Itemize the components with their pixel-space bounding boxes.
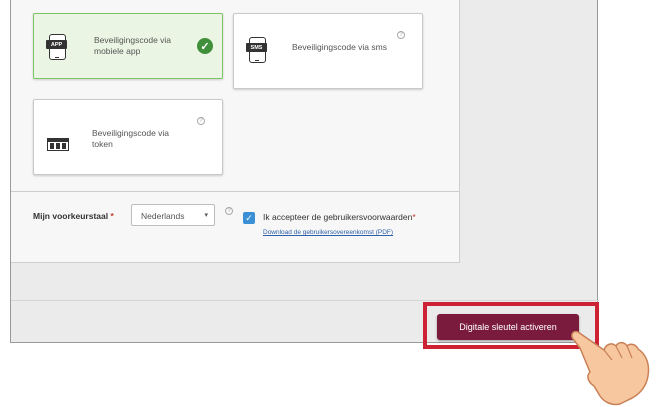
language-select-value: Nederlands xyxy=(141,211,185,221)
option-card-sms[interactable]: ? SMS Beveiligingscode via sms xyxy=(233,13,423,89)
option-card-token[interactable]: ? Beveiligingscode via token xyxy=(33,99,223,175)
phone-home-button xyxy=(255,59,259,61)
phone-sms-icon: SMS xyxy=(246,37,267,63)
app-screen-label: APP xyxy=(46,40,67,49)
chevron-down-icon: ▾ xyxy=(204,212,208,219)
option-card-mobile-app[interactable]: APP Beveiligingscode via mobiele app ✓ xyxy=(33,13,223,79)
option-label-token: Beveiligingscode via token xyxy=(92,128,170,149)
option-label-mobile-app: Beveiligingscode via mobiele app xyxy=(94,35,172,56)
help-icon[interactable]: ? xyxy=(197,117,205,125)
token-icon xyxy=(47,138,69,151)
pointing-hand-icon xyxy=(571,330,650,406)
activation-form-panel: APP Beveiligingscode via mobiele app ✓ ?… xyxy=(11,0,460,263)
sms-screen-label: SMS xyxy=(246,43,267,52)
footer-divider xyxy=(11,300,599,301)
accept-terms-label: Ik accepteer de gebruikersvoorwaarden* xyxy=(263,212,416,222)
download-agreement-link[interactable]: Download de gebruikersovereenkomst (PDF) xyxy=(263,229,393,236)
accept-terms-checkbox[interactable]: ✓ xyxy=(243,212,255,224)
help-icon[interactable]: ? xyxy=(225,207,233,215)
language-select[interactable]: Nederlands ▾ xyxy=(131,204,215,226)
language-label: Mijn voorkeurstaal * xyxy=(33,211,114,221)
phone-app-icon: APP xyxy=(46,34,67,60)
required-mark: * xyxy=(412,212,416,222)
browser-window: APP Beveiligingscode via mobiele app ✓ ?… xyxy=(10,0,599,343)
option-label-sms: Beveiligingscode via sms xyxy=(292,42,387,52)
required-mark: * xyxy=(110,211,114,221)
section-divider xyxy=(11,191,459,192)
phone-home-button xyxy=(55,56,59,58)
selected-check-icon: ✓ xyxy=(197,38,213,54)
help-icon[interactable]: ? xyxy=(397,31,405,39)
